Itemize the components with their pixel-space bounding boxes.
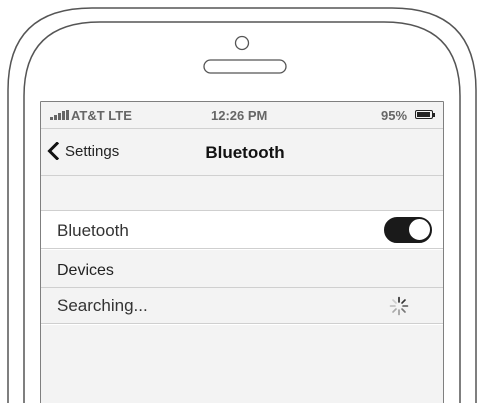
toggle-knob (408, 218, 431, 241)
navigation-bar: Settings Bluetooth (41, 129, 443, 176)
page-title: Bluetooth (205, 143, 285, 162)
devices-section-header: Devices (41, 250, 443, 288)
loading-spinner-icon (389, 296, 409, 316)
bluetooth-toggle[interactable] (384, 217, 432, 243)
signal-bars-icon (50, 110, 69, 120)
battery-fill (417, 112, 431, 117)
front-camera-icon (234, 35, 250, 51)
carrier-label: AT&T LTE (71, 108, 132, 123)
bluetooth-row: Bluetooth (41, 211, 443, 249)
bluetooth-row-label: Bluetooth (57, 221, 129, 240)
device-search-row: Searching... (41, 288, 443, 324)
phone-screen: AT&T LTE 12:26 PM 95% Settings Bluetooth… (41, 102, 443, 403)
battery-icon (415, 110, 433, 119)
devices-header-label: Devices (57, 262, 114, 279)
battery-percent: 95% (381, 108, 408, 123)
searching-status: Searching... (57, 296, 148, 315)
section-spacer (41, 176, 443, 211)
status-time: 12:26 PM (211, 108, 268, 123)
speaker-grille-icon (203, 59, 287, 74)
empty-list-area (41, 325, 443, 403)
battery-nub (433, 113, 435, 117)
status-bar: AT&T LTE 12:26 PM 95% (41, 102, 443, 129)
